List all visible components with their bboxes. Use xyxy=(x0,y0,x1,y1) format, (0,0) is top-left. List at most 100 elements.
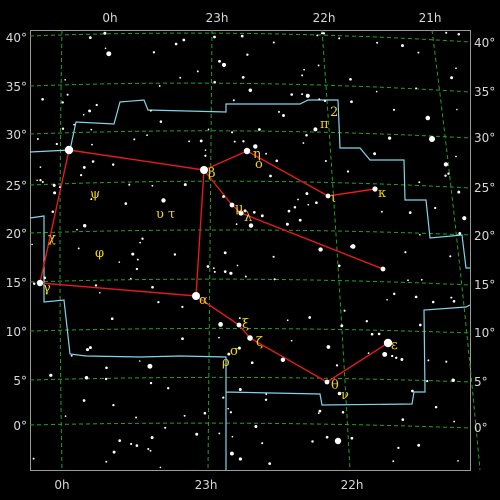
background-star xyxy=(149,381,153,385)
label-tau: τ xyxy=(168,207,175,222)
background-star xyxy=(229,451,234,456)
label-xi: ξ xyxy=(242,317,249,332)
background-star xyxy=(149,449,152,452)
background-star xyxy=(434,206,437,210)
ra-bottom-0h: 0h xyxy=(54,478,69,492)
ra-top-22h: 22h xyxy=(313,11,336,25)
background-star xyxy=(444,174,447,177)
background-star xyxy=(135,416,138,419)
background-star xyxy=(261,442,264,445)
background-star xyxy=(130,442,133,446)
background-star xyxy=(313,127,318,132)
background-star xyxy=(341,410,345,414)
star-pi-end xyxy=(380,266,386,272)
background-star xyxy=(392,108,396,111)
background-star xyxy=(204,149,207,151)
background-star xyxy=(417,51,420,54)
background-star xyxy=(138,360,141,362)
background-star xyxy=(401,418,405,421)
background-star xyxy=(392,292,396,296)
background-star xyxy=(149,109,152,112)
background-star xyxy=(64,78,67,81)
label-epsilon: ε xyxy=(391,338,398,353)
background-star xyxy=(223,270,227,273)
background-star xyxy=(376,41,379,44)
background-star xyxy=(88,36,92,40)
background-star xyxy=(222,195,226,198)
background-star xyxy=(323,99,327,103)
background-star xyxy=(199,139,203,143)
background-star xyxy=(265,152,268,155)
background-star xyxy=(269,174,272,178)
background-star xyxy=(286,319,289,322)
background-star xyxy=(236,264,239,267)
background-star xyxy=(265,393,268,396)
sky-background xyxy=(0,0,500,500)
background-star xyxy=(297,198,299,201)
background-star xyxy=(52,183,56,187)
background-star xyxy=(365,320,368,323)
background-star xyxy=(88,346,92,350)
background-star xyxy=(320,32,324,35)
label-rho: ρ xyxy=(222,355,230,370)
ra-bottom-23h: 23h xyxy=(195,478,218,492)
background-star xyxy=(386,298,388,301)
background-star xyxy=(195,432,199,436)
dec-left-20: 20° xyxy=(6,227,27,241)
label-psi: ψ xyxy=(90,187,100,202)
dec-left-10: 10° xyxy=(6,325,27,339)
background-star xyxy=(70,354,73,357)
background-star xyxy=(434,405,438,409)
background-star xyxy=(375,90,378,93)
background-star xyxy=(445,31,448,34)
background-star xyxy=(370,332,374,336)
star-matar-eta xyxy=(243,147,251,155)
background-star xyxy=(426,379,429,383)
background-star xyxy=(203,411,207,415)
background-star xyxy=(317,64,320,67)
background-star xyxy=(53,191,57,195)
background-star xyxy=(141,237,144,240)
background-star xyxy=(150,436,154,440)
background-star xyxy=(161,198,166,203)
background-star xyxy=(157,300,160,304)
label-beta: β xyxy=(208,166,216,181)
background-star xyxy=(90,128,93,131)
label-lambda: λ xyxy=(244,210,252,225)
background-star xyxy=(449,255,452,258)
background-star xyxy=(182,38,186,42)
background-star xyxy=(324,159,327,163)
label-zeta: ζ xyxy=(256,335,263,350)
background-star xyxy=(282,114,285,117)
star-bright-east xyxy=(429,136,435,142)
dec-right-0: 0° xyxy=(474,421,488,435)
background-star xyxy=(98,291,101,294)
background-star xyxy=(61,101,64,104)
background-star xyxy=(136,258,139,261)
label-upsilon: υ xyxy=(156,207,164,222)
background-star xyxy=(275,159,279,163)
star-iota xyxy=(325,193,331,199)
star-theta xyxy=(324,379,330,385)
star-kappa xyxy=(372,186,378,192)
background-star xyxy=(223,251,227,255)
background-star xyxy=(164,426,167,429)
label-chi: χ xyxy=(48,231,56,246)
background-star xyxy=(82,113,85,116)
background-star xyxy=(204,154,207,157)
background-star xyxy=(206,265,210,268)
background-star xyxy=(64,415,67,417)
background-star xyxy=(129,277,132,280)
background-star xyxy=(305,93,310,98)
dec-right-35: 35° xyxy=(474,85,495,99)
background-star xyxy=(229,411,233,414)
background-star xyxy=(407,279,409,282)
ra-top-0h: 0h xyxy=(102,11,117,25)
background-star xyxy=(420,278,423,281)
background-star xyxy=(51,210,55,213)
background-star xyxy=(298,218,302,222)
background-star xyxy=(417,443,421,447)
star-xi xyxy=(236,322,242,328)
background-star xyxy=(213,35,216,39)
background-star xyxy=(411,389,414,393)
